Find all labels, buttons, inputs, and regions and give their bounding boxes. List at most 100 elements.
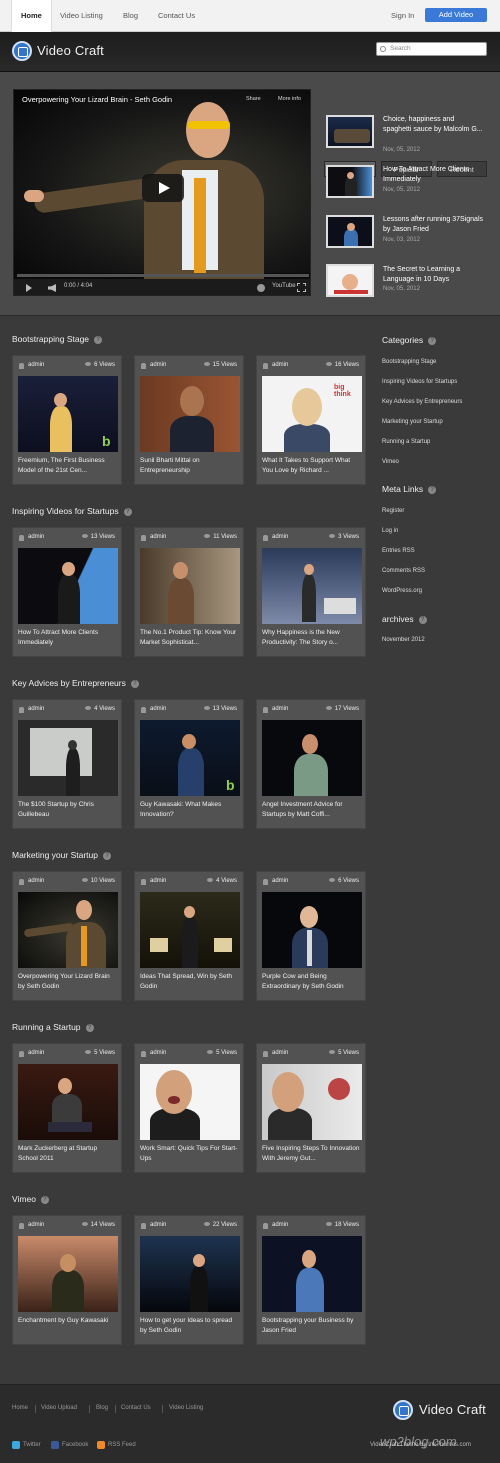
video-thumbnail[interactable] — [140, 892, 240, 968]
category-link[interactable]: Bootstrapping Stage — [382, 359, 436, 365]
card-title[interactable]: Bootstrapping your Business by Jason Fri… — [262, 1316, 362, 1336]
video-card[interactable]: admin 5 Views Five Inspiring Steps To Inn… — [256, 1043, 366, 1173]
settings-icon[interactable] — [257, 284, 265, 292]
card-title[interactable]: Why Happiness is the New Productivity: T… — [262, 628, 362, 648]
card-title[interactable]: How to get your Ideas to spread by Seth … — [140, 1316, 240, 1336]
related-thumb[interactable] — [326, 215, 374, 248]
meta-link[interactable]: Log in — [382, 528, 398, 534]
section-title[interactable]: Running a Startup? — [12, 1022, 94, 1032]
section-title[interactable]: Inspiring Videos for Startups? — [12, 506, 132, 516]
video-thumbnail[interactable] — [18, 1064, 118, 1140]
facebook-icon[interactable] — [51, 1441, 59, 1449]
play-control-icon[interactable] — [26, 284, 32, 292]
related-title[interactable]: Choice, happiness and spaghetti sauce by… — [383, 115, 483, 135]
nav-video-listing[interactable]: Video Listing — [60, 0, 103, 32]
card-author[interactable]: admin — [272, 878, 288, 884]
video-thumbnail[interactable] — [18, 892, 118, 968]
more-info-button[interactable]: More info — [278, 96, 301, 102]
card-title[interactable]: Guy Kawasaki: What Makes Innovation? — [140, 800, 240, 820]
card-author[interactable]: admin — [272, 534, 288, 540]
video-card[interactable]: admin 13 Views How To Attract More Client… — [12, 527, 122, 657]
video-thumbnail[interactable] — [140, 1064, 240, 1140]
nav-contact-us[interactable]: Contact Us — [158, 0, 195, 32]
video-thumbnail[interactable] — [262, 1064, 362, 1140]
footer-link-video-upload[interactable]: Video Upload — [41, 1405, 77, 1411]
card-author[interactable]: admin — [28, 534, 44, 540]
card-author[interactable]: admin — [28, 362, 44, 368]
video-thumbnail[interactable] — [140, 376, 240, 452]
volume-icon[interactable] — [48, 284, 56, 292]
card-title[interactable]: Work Smart: Quick Tips For Start-Ups — [140, 1144, 240, 1164]
play-icon[interactable] — [142, 174, 184, 202]
card-author[interactable]: admin — [28, 1222, 44, 1228]
category-link[interactable]: Inspiring Videos for Startups — [382, 379, 457, 385]
video-card[interactable]: admin 6 Views Purple Cow and Being Extrao… — [256, 871, 366, 1001]
video-card[interactable]: admin 4 Views Ideas That Spread, Win by S… — [134, 871, 244, 1001]
card-title[interactable]: Overpowering Your Lizard Brain by Seth G… — [18, 972, 118, 992]
card-author[interactable]: admin — [28, 878, 44, 884]
section-title-text[interactable]: Marketing your Startup — [12, 850, 98, 860]
video-card[interactable]: admin 14 Views Enchantment by Guy Kawasak… — [12, 1215, 122, 1345]
footer-link-video-listing[interactable]: Video Listing — [169, 1405, 203, 1411]
section-title-text[interactable]: Vimeo — [12, 1194, 36, 1204]
related-title[interactable]: Lessons after running 37Signals by Jason… — [383, 215, 483, 235]
video-card[interactable]: admin 5 Views Work Smart: Quick Tips For … — [134, 1043, 244, 1173]
video-card[interactable]: admin 4 Views The $100 Startup by Chris G… — [12, 699, 122, 829]
card-title[interactable]: Sunil Bharti Mittal on Entrepreneurship — [140, 456, 240, 476]
card-title[interactable]: Angel Investment Advice for Startups by … — [262, 800, 362, 820]
card-title[interactable]: Ideas That Spread, Win by Seth Godin — [140, 972, 240, 992]
section-title[interactable]: Key Advices by Entrepreneurs? — [12, 678, 139, 688]
card-title[interactable]: How To Attract More Clients Immediately — [18, 628, 118, 648]
category-link[interactable]: Key Advices by Entrepreneurs — [382, 399, 462, 405]
fullscreen-icon[interactable] — [297, 283, 306, 292]
footer-link-home[interactable]: Home — [12, 1405, 28, 1411]
card-author[interactable]: admin — [150, 534, 166, 540]
footer-link-contact-us[interactable]: Contact Us — [121, 1405, 151, 1411]
video-thumbnail[interactable] — [18, 548, 118, 624]
youtube-logo[interactable]: YouTube — [272, 283, 296, 289]
video-card[interactable]: admin 6 Views b Freemium, The First Busin… — [12, 355, 122, 485]
card-title[interactable]: Mark Zuckerberg at Startup School 2011 — [18, 1144, 118, 1164]
card-title[interactable]: The $100 Startup by Chris Guillebeau — [18, 800, 118, 820]
meta-link[interactable]: WordPress.org — [382, 588, 422, 594]
section-title-text[interactable]: Key Advices by Entrepreneurs — [12, 678, 126, 688]
card-title[interactable]: Purple Cow and Being Extraordinary by Se… — [262, 972, 362, 992]
video-card[interactable]: admin 15 Views Sunil Bharti Mittal on Ent… — [134, 355, 244, 485]
video-thumbnail[interactable] — [262, 892, 362, 968]
video-card[interactable]: admin 10 Views Overpowering Your Lizard B… — [12, 871, 122, 1001]
card-author[interactable]: admin — [272, 1050, 288, 1056]
related-title[interactable]: The Secret to Learning a Language in 10 … — [383, 265, 483, 285]
section-title[interactable]: Bootstrapping Stage? — [12, 334, 103, 344]
video-card[interactable]: admin 17 Views Angel Investment Advice fo… — [256, 699, 366, 829]
site-logo[interactable]: Video Craft — [37, 43, 104, 58]
video-frame[interactable]: Overpowering Your Lizard Brain - Seth Go… — [14, 90, 310, 280]
signin-link[interactable]: Sign In — [391, 0, 414, 32]
card-author[interactable]: admin — [28, 706, 44, 712]
facebook-link[interactable]: Facebook — [62, 1442, 88, 1448]
category-link[interactable]: Vimeo — [382, 459, 399, 465]
rss-link[interactable]: RSS Feed — [108, 1442, 136, 1448]
video-progress-bar[interactable] — [17, 274, 309, 277]
video-player[interactable]: Overpowering Your Lizard Brain - Seth Go… — [13, 89, 311, 296]
footer-link-blog[interactable]: Blog — [96, 1405, 108, 1411]
search-input[interactable]: Search — [376, 42, 487, 56]
video-thumbnail[interactable] — [18, 1236, 118, 1312]
related-thumb[interactable] — [326, 115, 374, 148]
card-author[interactable]: admin — [272, 1222, 288, 1228]
meta-link[interactable]: Register — [382, 508, 404, 514]
twitter-link[interactable]: Twitter — [23, 1442, 41, 1448]
related-thumb[interactable] — [326, 165, 374, 198]
card-title[interactable]: The No.1 Product Tip: Know Your Market S… — [140, 628, 240, 648]
card-title[interactable]: Freemium, The First Business Model of th… — [18, 456, 118, 476]
card-title[interactable]: Five Inspiring Steps To Innovation With … — [262, 1144, 362, 1164]
video-thumbnail[interactable]: big think — [262, 376, 362, 452]
card-author[interactable]: admin — [150, 1050, 166, 1056]
video-logo-icon[interactable] — [393, 1400, 413, 1420]
archive-link[interactable]: November 2012 — [382, 637, 425, 643]
meta-link[interactable]: Entries RSS — [382, 548, 415, 554]
video-thumbnail[interactable] — [140, 548, 240, 624]
section-title[interactable]: Vimeo? — [12, 1194, 49, 1204]
card-title[interactable]: What It Takes to Support What You Love b… — [262, 456, 362, 476]
video-logo-icon[interactable] — [12, 41, 32, 61]
section-title-text[interactable]: Bootstrapping Stage — [12, 334, 89, 344]
